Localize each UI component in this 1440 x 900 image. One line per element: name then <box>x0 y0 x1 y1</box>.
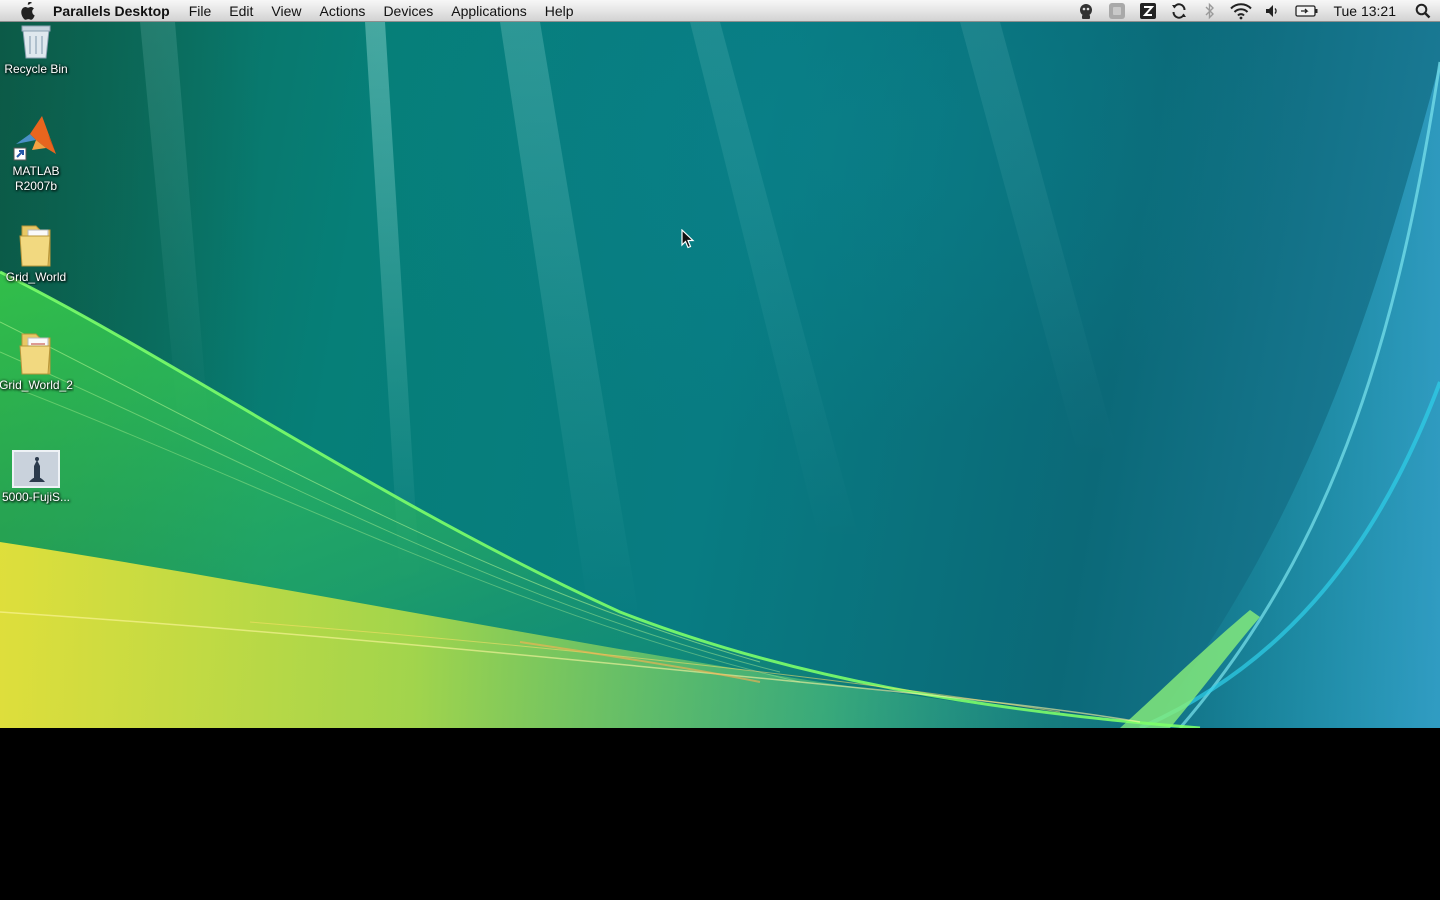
app-switch-icon[interactable] <box>1132 0 1163 22</box>
app-menu-parallels[interactable]: Parallels Desktop <box>51 0 180 22</box>
menu-applications[interactable]: Applications <box>442 0 536 22</box>
apple-icon[interactable] <box>17 0 37 22</box>
sync-icon[interactable] <box>1163 0 1194 22</box>
menu-devices[interactable]: Devices <box>374 0 442 22</box>
desktop-icon-label: Grid_World_2 <box>0 378 73 392</box>
letterbox-area <box>0 728 1440 900</box>
menu-actions[interactable]: Actions <box>311 0 375 22</box>
desktop-icon-label: MATLAB R2007b <box>12 164 60 193</box>
menu-clock[interactable]: Tue 13:21 <box>1327 0 1406 22</box>
desktop[interactable]: Recycle Bin MATLAB R2007b Grid_World Gri… <box>0 22 1440 728</box>
matlab-icon <box>12 114 60 162</box>
status-area: Tue 13:21 <box>1070 0 1440 22</box>
battery-icon[interactable] <box>1287 0 1327 22</box>
menu-view[interactable]: View <box>262 0 310 22</box>
bluetooth-icon[interactable] <box>1194 0 1225 22</box>
folder-icon <box>12 328 60 376</box>
desktop-icon-grid-world-2[interactable]: Grid_World_2 <box>0 328 74 393</box>
image-file-icon <box>12 440 60 488</box>
desktop-icon-grid-world[interactable]: Grid_World <box>0 220 74 285</box>
search-icon[interactable] <box>1406 0 1440 22</box>
desktop-icon-label: Grid_World <box>5 270 67 284</box>
volume-icon[interactable] <box>1256 0 1287 22</box>
wallpaper <box>0 22 1440 728</box>
menu-bar: Parallels Desktop File Edit View Actions… <box>0 0 1440 22</box>
recycle-bin-icon <box>12 22 60 60</box>
desktop-icon-label: Recycle Bin <box>4 62 68 76</box>
menu-file[interactable]: File <box>180 0 221 22</box>
mouse-cursor-icon <box>681 228 695 254</box>
desktop-icon-label: 5000-FujiS... <box>1 490 71 504</box>
parallels-icon[interactable] <box>1070 0 1101 22</box>
wifi-icon[interactable] <box>1225 0 1256 22</box>
coherence-icon[interactable] <box>1101 0 1132 22</box>
menu-help[interactable]: Help <box>536 0 583 22</box>
desktop-icon-fujis-image[interactable]: 5000-FujiS... <box>0 440 74 505</box>
folder-icon <box>12 220 60 268</box>
menu-edit[interactable]: Edit <box>220 0 262 22</box>
desktop-icon-matlab[interactable]: MATLAB R2007b <box>0 114 74 194</box>
desktop-icon-recycle-bin[interactable]: Recycle Bin <box>0 22 74 77</box>
